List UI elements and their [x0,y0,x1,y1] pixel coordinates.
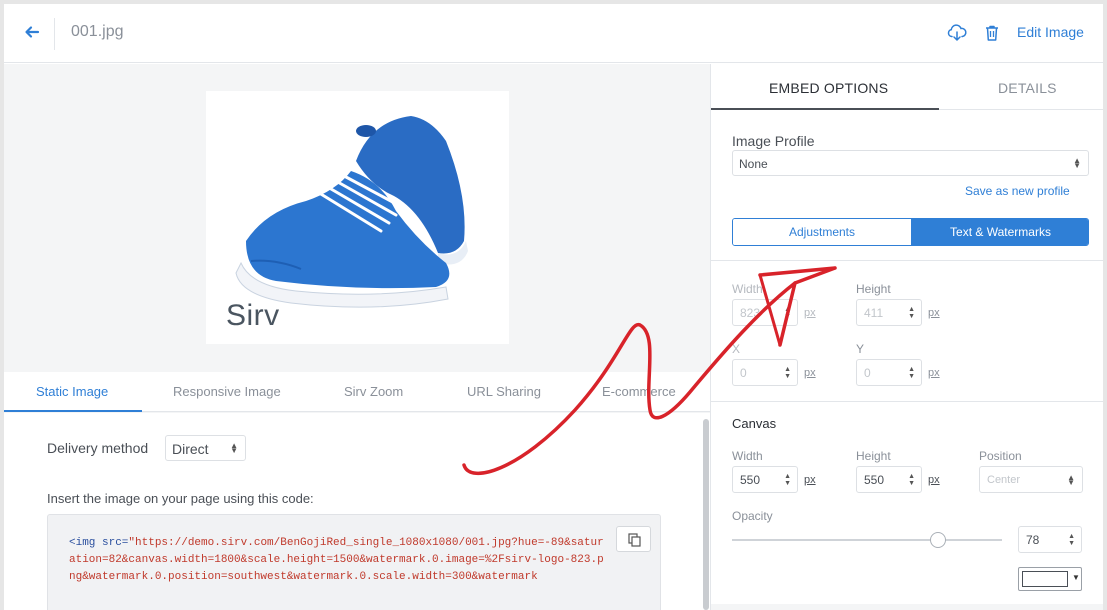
copy-icon [628,533,641,547]
app-window: 001.jpg Edit Image Sirv Static Image Res… [4,4,1103,610]
watermark-y-value: 0 [864,366,871,380]
select-arrows-icon: ▲ ▼ [230,441,238,455]
stepper-icon: ▲ ▼ [784,366,791,380]
embed-tabs: Static Image Responsive Image Sirv Zoom … [4,372,710,412]
unit-label: px [928,367,940,379]
unit-label: px [928,474,940,486]
watermark-height-value: 411 [864,306,884,320]
divider [711,260,1103,261]
stepper-icon: ▲ ▼ [784,473,791,487]
top-bar: 001.jpg Edit Image [4,4,1103,63]
divider [54,18,55,50]
unit-label: px [928,307,940,319]
watermark-x-input[interactable]: 0 ▲ ▼ [732,359,798,386]
tab-embed-options[interactable]: EMBED OPTIONS [769,80,888,96]
canvas-position-label: Position [979,449,1022,463]
canvas-width-value: 550 [740,473,761,487]
options-tabs: EMBED OPTIONS DETAILS [711,64,1103,110]
watermark-y-label: Y [856,342,865,356]
watermark-width-value: 823 [740,306,761,320]
stepper-icon: ▲ ▼ [908,473,915,487]
tab-url-sharing[interactable]: URL Sharing [467,384,541,399]
unit-label: px [804,474,816,486]
edit-image-link[interactable]: Edit Image [1017,24,1084,40]
canvas-width-label: Width [732,449,763,463]
adjustments-button[interactable]: Adjustments [733,219,911,245]
canvas-width-input[interactable]: 550 ▲ ▼ [732,466,798,493]
canvas-height-label: Height [856,449,891,463]
watermark-height-input[interactable]: 411 ▲ ▼ [856,299,922,326]
select-arrows-icon: ▲ ▼ [1073,156,1081,170]
select-arrows-icon: ▲ ▼ [1067,472,1075,487]
static-image-content: Delivery method Direct ▲ ▼ Insert the ima… [4,413,710,610]
text-watermarks-button[interactable]: Text & Watermarks [911,219,1088,245]
file-name: 001.jpg [71,23,124,40]
tab-ecommerce[interactable]: E-commerce [602,384,676,399]
save-new-profile-link[interactable]: Save as new profile [965,184,1070,198]
tab-sirv-zoom[interactable]: Sirv Zoom [344,384,403,399]
stepper-icon: ▲ ▼ [908,306,915,320]
canvas-position-select[interactable]: Center ▲ ▼ [979,466,1083,493]
canvas-position-value: Center [987,474,1021,486]
watermark-x-label: X [732,342,741,356]
delivery-method-label: Delivery method [47,440,149,456]
active-tab-indicator [711,108,939,110]
watermark-y-input[interactable]: 0 ▲ ▼ [856,359,922,386]
opacity-slider-thumb[interactable] [930,532,946,548]
image-profile-select[interactable]: None ▲ ▼ [732,150,1089,176]
watermark-height-label: Height [856,282,891,296]
tab-responsive-image[interactable]: Responsive Image [173,384,281,399]
watermark-width-input[interactable]: 823 ▲ ▼ [732,299,798,326]
image-profile-value: None [739,157,768,171]
back-arrow-icon[interactable] [24,22,44,42]
unit-label: px [804,367,816,379]
canvas-height-value: 550 [864,473,885,487]
canvas-color-picker[interactable]: ▼ [1018,567,1082,591]
sirv-watermark-logo: Sirv [226,299,280,332]
color-swatch [1022,571,1068,587]
content-scrollbar[interactable] [703,419,709,610]
tab-details[interactable]: DETAILS [998,80,1057,96]
watermark-width-label: Width [732,282,763,296]
insert-code-label: Insert the image on your page using this… [47,491,314,506]
active-tab-indicator [4,410,142,412]
code-tag: <img src= [69,537,129,549]
unit-label: px [804,307,816,319]
divider [711,401,1103,402]
options-segmented-control: Adjustments Text & Watermarks [732,218,1089,246]
opacity-value: 78 [1026,533,1040,547]
left-panel: Sirv Static Image Responsive Image Sirv … [4,64,710,610]
panel-bottom-edge [711,604,1103,610]
opacity-slider-track[interactable] [732,539,1002,541]
watermark-x-value: 0 [740,366,747,380]
image-profile-label: Image Profile [732,133,815,149]
stepper-icon: ▲ ▼ [1068,533,1075,547]
right-panel: EMBED OPTIONS DETAILS Image Profile None… [710,64,1103,610]
delivery-method-select[interactable]: Direct ▲ ▼ [165,435,246,461]
stepper-icon: ▲ ▼ [784,306,791,320]
chevron-down-icon: ▼ [1072,573,1080,582]
delivery-method-value: Direct [172,441,209,457]
trash-icon[interactable] [982,23,1002,43]
embed-code: <img src="https://demo.sirv.com/BenGojiR… [69,535,609,586]
opacity-input[interactable]: 78 ▲ ▼ [1018,526,1082,553]
embed-code-box[interactable]: <img src="https://demo.sirv.com/BenGojiR… [47,514,661,610]
tab-static-image[interactable]: Static Image [36,384,108,399]
opacity-label: Opacity [732,509,773,523]
canvas-section-title: Canvas [732,416,777,431]
code-url: "https://demo.sirv.com/BenGojiRed_single… [69,537,604,583]
canvas-height-input[interactable]: 550 ▲ ▼ [856,466,922,493]
download-icon[interactable] [947,23,967,43]
image-preview: Sirv [206,91,509,344]
copy-code-button[interactable] [616,526,651,552]
stepper-icon: ▲ ▼ [908,366,915,380]
